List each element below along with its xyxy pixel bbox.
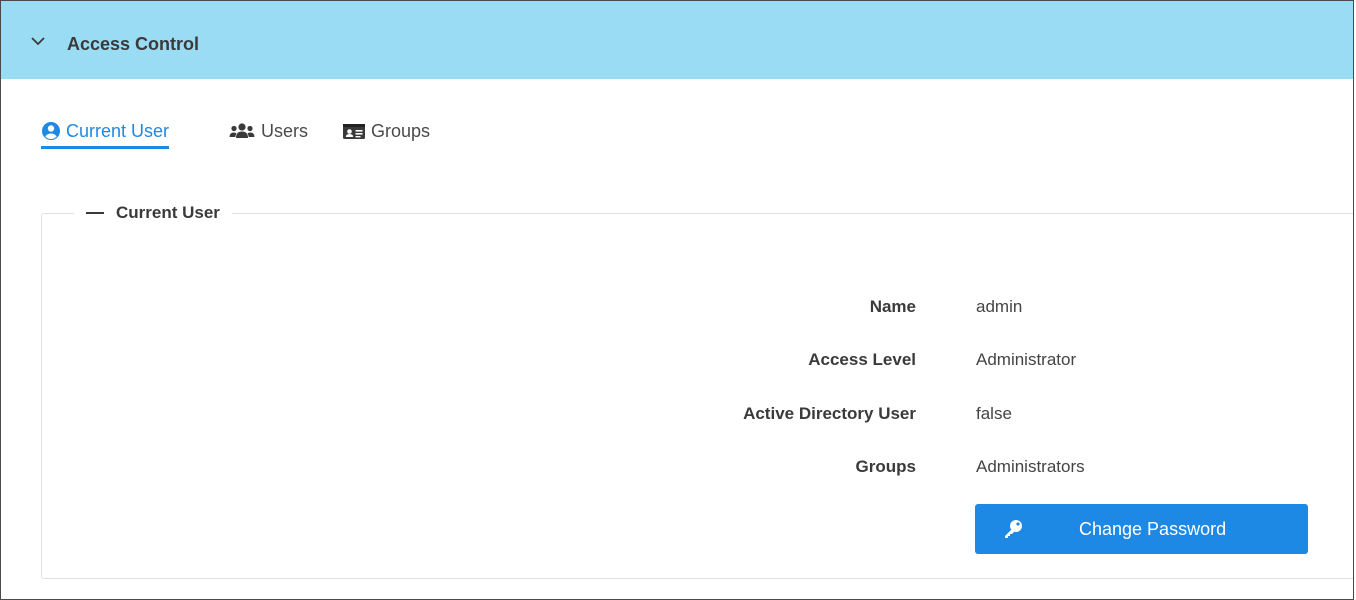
tab-current-user[interactable]: Current User bbox=[41, 119, 170, 149]
key-icon bbox=[1005, 520, 1022, 538]
tab-label: Users bbox=[261, 121, 309, 141]
field-row-access-level: Access Level Administrator bbox=[1, 348, 1353, 372]
tab-label: Groups bbox=[371, 121, 431, 141]
change-password-label: Change Password bbox=[1079, 519, 1227, 539]
chevron-down-icon[interactable] bbox=[31, 36, 45, 46]
field-label: Active Directory User bbox=[743, 404, 916, 423]
field-row-name: Name admin bbox=[1, 295, 1353, 319]
tab-groups[interactable]: Groups bbox=[342, 119, 430, 149]
legend-title: Current User bbox=[116, 203, 220, 222]
user-circle-icon bbox=[42, 122, 60, 140]
field-value: Administrator bbox=[976, 350, 1077, 369]
field-row-active-directory-user: Active Directory User false bbox=[1, 402, 1353, 426]
change-password-button[interactable]: Change Password bbox=[975, 504, 1308, 554]
field-label: Name bbox=[869, 297, 916, 316]
collapse-dash-icon[interactable] bbox=[86, 212, 104, 214]
panel-header[interactable]: Access Control bbox=[1, 1, 1353, 79]
panel-title: Access Control bbox=[67, 34, 200, 54]
current-user-legend[interactable]: Current User bbox=[74, 199, 232, 227]
field-label: Access Level bbox=[808, 350, 916, 369]
field-value: admin bbox=[976, 297, 1023, 316]
users-icon bbox=[229, 123, 255, 138]
access-control-panel: Access Control Current User Users Groups… bbox=[0, 0, 1354, 600]
tab-users[interactable]: Users bbox=[228, 119, 308, 149]
id-card-icon bbox=[343, 124, 365, 139]
tab-label: Current User bbox=[66, 121, 170, 141]
field-label: Groups bbox=[855, 457, 916, 476]
field-value: Administrators bbox=[976, 457, 1085, 476]
field-value: false bbox=[976, 404, 1012, 423]
field-row-groups: Groups Administrators bbox=[1, 455, 1353, 479]
